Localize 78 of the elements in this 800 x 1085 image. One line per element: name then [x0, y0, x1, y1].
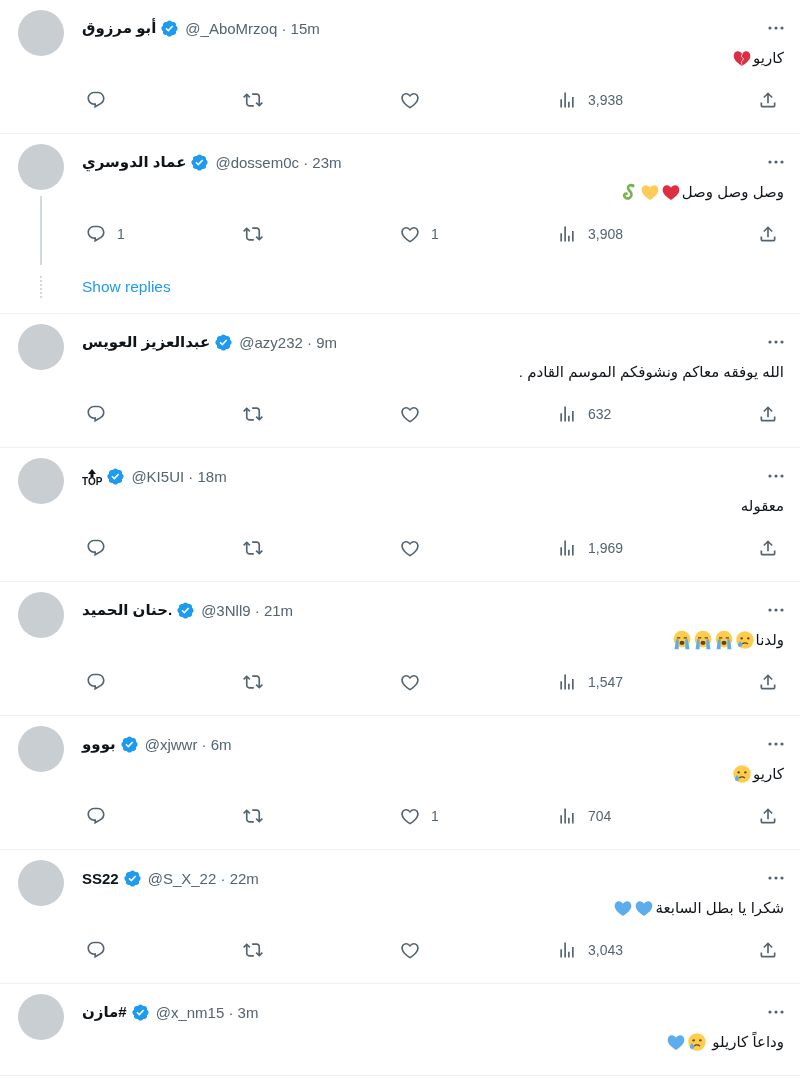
handle-and-time: @S_X_22 · 22m [147, 869, 259, 887]
view-count: 1,547 [588, 674, 624, 690]
view-count: 632 [588, 406, 612, 422]
reply-icon[interactable] [86, 404, 106, 424]
heart-icon[interactable] [400, 404, 420, 424]
retweet-icon[interactable] [243, 806, 263, 826]
tweet-text: معقوله [740, 496, 784, 516]
view-count: 3,938 [588, 92, 624, 108]
tweet-text: الله يوفقه معاكم ونشوفكم الموسم القادم . [518, 362, 784, 382]
user-name[interactable]: بووو [82, 735, 116, 753]
dotted-thread-line [40, 276, 42, 298]
bar-chart-icon[interactable] [557, 672, 577, 692]
reply-icon[interactable] [86, 224, 106, 244]
heart-icon[interactable] [400, 806, 420, 826]
handle-and-time: @3Nll9 · 21m [201, 601, 294, 619]
reply-icon[interactable] [86, 90, 106, 110]
more-icon[interactable] [768, 474, 784, 478]
tweet-text: شكرا يا بطل السابعة [655, 898, 784, 918]
share-icon[interactable] [758, 538, 778, 558]
more-icon[interactable] [768, 340, 784, 344]
more-icon[interactable] [768, 608, 784, 612]
retweet-icon[interactable] [243, 224, 263, 244]
bar-chart-icon[interactable] [557, 806, 577, 826]
like-count: 1 [431, 808, 439, 824]
retweet-icon[interactable] [243, 404, 263, 424]
more-icon[interactable] [768, 742, 784, 746]
user-name[interactable]: مازن# [82, 1003, 127, 1021]
bar-chart-icon[interactable] [557, 940, 577, 960]
bar-chart-icon[interactable] [557, 90, 577, 110]
tweet-text: ولدنا [755, 630, 784, 650]
reply-icon[interactable] [86, 672, 106, 692]
handle-and-time: @KI5UI · 18m [131, 467, 227, 485]
like-count: 1 [431, 226, 439, 242]
handle-and-time: @x_nm15 · 3m [155, 1003, 259, 1021]
user-name[interactable]: عماد الدوسري [82, 153, 187, 171]
view-count: 704 [588, 808, 612, 824]
retweet-icon[interactable] [243, 940, 263, 960]
view-count: 3,908 [588, 226, 624, 242]
user-name[interactable]: حنان الحميد. [82, 601, 173, 619]
retweet-icon[interactable] [243, 538, 263, 558]
bar-chart-icon[interactable] [557, 404, 577, 424]
reply-icon[interactable] [86, 806, 106, 826]
reply-count: 1 [117, 226, 125, 242]
heart-icon[interactable] [400, 90, 420, 110]
user-name[interactable]: أبو مرزوق [82, 19, 157, 37]
tweet-text: كاريو [753, 48, 784, 68]
handle-and-time: @xjwwr · 6m [144, 735, 232, 753]
handle-and-time: @_AboMrzoq · 15m [185, 19, 320, 37]
view-count: 1,969 [588, 540, 624, 556]
view-count: 3,043 [588, 942, 624, 958]
retweet-icon[interactable] [243, 672, 263, 692]
bar-chart-icon[interactable] [557, 538, 577, 558]
share-icon[interactable] [758, 404, 778, 424]
handle-and-time: @azy232 · 9m [239, 333, 337, 351]
heart-icon[interactable] [400, 940, 420, 960]
share-icon[interactable] [758, 224, 778, 244]
share-icon[interactable] [758, 672, 778, 692]
more-icon[interactable] [768, 876, 784, 880]
user-name[interactable]: TOP [82, 477, 103, 487]
more-icon[interactable] [768, 160, 784, 164]
retweet-icon[interactable] [243, 90, 263, 110]
share-icon[interactable] [758, 90, 778, 110]
more-icon[interactable] [768, 26, 784, 30]
tweet-text: وداعاً كاريلو [710, 1032, 784, 1052]
more-icon[interactable] [768, 1010, 784, 1014]
heart-icon[interactable] [400, 672, 420, 692]
share-icon[interactable] [758, 940, 778, 960]
reply-icon[interactable] [86, 940, 106, 960]
bar-chart-icon[interactable] [557, 224, 577, 244]
handle-and-time: @dossem0c · 23m [215, 153, 342, 171]
reply-icon[interactable] [86, 538, 106, 558]
user-name[interactable]: عبدالعزيز العويس [82, 333, 211, 351]
heart-icon[interactable] [400, 538, 420, 558]
heart-icon[interactable] [400, 224, 420, 244]
tweet-text: كاريو [753, 764, 784, 784]
user-name[interactable]: SS22 [82, 869, 119, 887]
tweet-text: وصل وصل وصل [681, 182, 784, 202]
share-icon[interactable] [758, 806, 778, 826]
